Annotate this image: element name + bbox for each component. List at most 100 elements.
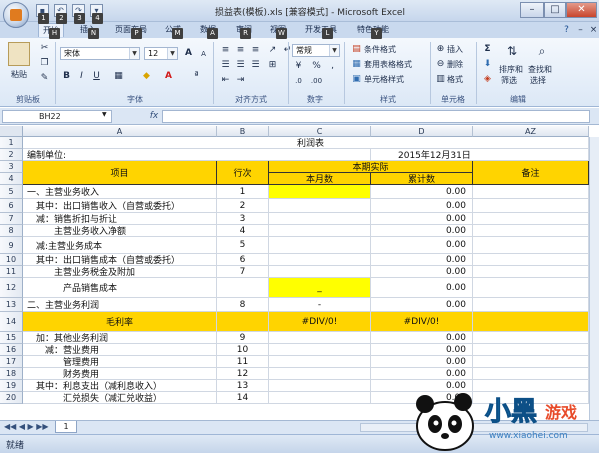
- row-cumulative-value[interactable]: 0.00: [371, 278, 473, 298]
- copy-icon[interactable]: ❐: [38, 57, 51, 70]
- row-cumulative-value[interactable]: 0.00: [371, 332, 473, 344]
- row-header[interactable]: 16: [0, 344, 23, 356]
- underline-button[interactable]: U: [90, 70, 103, 83]
- report-title[interactable]: 利润表: [23, 137, 589, 149]
- row-note[interactable]: [473, 312, 589, 332]
- row-item-label[interactable]: 主营业务税金及附加: [23, 266, 217, 278]
- row-current-month-value[interactable]: [269, 380, 371, 392]
- row-line-number[interactable]: 8: [217, 298, 269, 312]
- format-cells-button[interactable]: 格式: [447, 73, 463, 87]
- row-item-label[interactable]: 二、主营业务利润: [23, 298, 217, 312]
- row-header[interactable]: 11: [0, 266, 23, 278]
- comma-button[interactable]: ,: [326, 60, 339, 73]
- row-header[interactable]: 18: [0, 368, 23, 380]
- row-note[interactable]: [473, 237, 589, 254]
- row-header[interactable]: 19: [0, 380, 23, 392]
- row-header[interactable]: 17: [0, 356, 23, 368]
- row-header[interactable]: 12: [0, 278, 23, 298]
- row-line-number[interactable]: 11: [217, 356, 269, 368]
- column-header-a[interactable]: A: [23, 126, 217, 137]
- row-cumulative-value[interactable]: 0.00: [371, 185, 473, 199]
- row-current-month-value[interactable]: [269, 185, 371, 199]
- align-bottom-icon[interactable]: ≡: [249, 44, 262, 57]
- row-cumulative-value[interactable]: #DIV/0!: [371, 312, 473, 332]
- row-header[interactable]: 15: [0, 332, 23, 344]
- row-current-month-value[interactable]: #DIV/0!: [269, 312, 371, 332]
- row-item-label[interactable]: 减：营业费用: [23, 344, 217, 356]
- cell-styles-button[interactable]: 单元格样式: [364, 73, 404, 87]
- row-note[interactable]: [473, 185, 589, 199]
- align-top-icon[interactable]: ≡: [219, 44, 232, 57]
- format-as-table-button[interactable]: 套用表格格式: [364, 58, 412, 72]
- column-header-c[interactable]: C: [269, 126, 371, 137]
- row-cumulative-value[interactable]: 0.00: [371, 344, 473, 356]
- bold-button[interactable]: B: [60, 70, 73, 83]
- currency-button[interactable]: ¥: [292, 60, 305, 73]
- row-current-month-value[interactable]: [269, 199, 371, 213]
- row-current-month-value[interactable]: [269, 368, 371, 380]
- row-note[interactable]: [473, 199, 589, 213]
- row-line-number[interactable]: 6: [217, 254, 269, 266]
- row-note[interactable]: [473, 356, 589, 368]
- row-item-label[interactable]: 其中：出口销售收入（自营或委托）: [23, 199, 217, 213]
- ribbon-minimize-icon[interactable]: –: [574, 24, 587, 37]
- header-line-no[interactable]: 行次: [217, 161, 269, 185]
- row-header[interactable]: 10: [0, 254, 23, 266]
- grow-font-icon[interactable]: A: [182, 47, 195, 60]
- insert-cells-button[interactable]: 插入: [447, 43, 463, 57]
- header-current-month[interactable]: 本月数: [269, 173, 371, 185]
- clear-icon[interactable]: ◈: [481, 73, 494, 86]
- percent-button[interactable]: %: [310, 60, 323, 73]
- autosum-icon[interactable]: Σ: [481, 43, 494, 56]
- row-current-month-value[interactable]: [269, 213, 371, 225]
- name-box-dropdown-icon[interactable]: ▼: [102, 111, 107, 118]
- row-note[interactable]: [473, 266, 589, 278]
- phonetic-icon[interactable]: ª: [190, 70, 203, 83]
- row-header[interactable]: 5: [0, 185, 23, 199]
- row-header[interactable]: 13: [0, 298, 23, 312]
- align-middle-icon[interactable]: ≡: [234, 44, 247, 57]
- header-item[interactable]: 项目: [23, 161, 217, 185]
- increase-indent-icon[interactable]: ⇥: [234, 74, 247, 87]
- increase-decimal-icon[interactable]: .0: [292, 75, 305, 88]
- sort-filter-button[interactable]: 排序和: [499, 64, 523, 75]
- paste-icon[interactable]: [8, 42, 30, 66]
- row-header[interactable]: 8: [0, 225, 23, 237]
- row-line-number[interactable]: 13: [217, 380, 269, 392]
- row-note[interactable]: [473, 254, 589, 266]
- shrink-font-icon[interactable]: A: [197, 48, 210, 61]
- decrease-decimal-icon[interactable]: .00: [310, 75, 323, 88]
- conditional-format-button[interactable]: 条件格式: [364, 43, 396, 57]
- row-cumulative-value[interactable]: 0.00: [371, 237, 473, 254]
- ribbon-close-icon[interactable]: ×: [587, 24, 599, 37]
- close-button[interactable]: ✕: [566, 2, 597, 18]
- header-cumulative[interactable]: 累计数: [371, 173, 473, 185]
- row-note[interactable]: [473, 298, 589, 312]
- row-item-label[interactable]: 汇兑损失（减汇兑收益）: [23, 392, 217, 404]
- row-item-label[interactable]: 加：其他业务利润: [23, 332, 217, 344]
- row-current-month-value[interactable]: [269, 266, 371, 278]
- row-item-label[interactable]: 一、主营业务收入: [23, 185, 217, 199]
- row-item-label[interactable]: 主营业务收入净额: [23, 225, 217, 237]
- row-header[interactable]: 3: [0, 161, 23, 173]
- row-item-label[interactable]: 管理费用: [23, 356, 217, 368]
- row-current-month-value[interactable]: -: [269, 298, 371, 312]
- row-item-label[interactable]: 减：销售折扣与折让: [23, 213, 217, 225]
- row-current-month-value[interactable]: [269, 254, 371, 266]
- row-line-number[interactable]: 14: [217, 392, 269, 404]
- row-header[interactable]: 7: [0, 213, 23, 225]
- worksheet-grid[interactable]: A B C D AZ 1 2 3 4 利润表 编制单位: 2015年12月31日…: [0, 126, 599, 420]
- row-note[interactable]: [473, 278, 589, 298]
- row-cumulative-value[interactable]: 0.00: [371, 254, 473, 266]
- row-note[interactable]: [473, 332, 589, 344]
- row-line-number[interactable]: 2: [217, 199, 269, 213]
- format-painter-icon[interactable]: ✎: [38, 72, 51, 85]
- row-header[interactable]: 1: [0, 137, 23, 149]
- formula-input[interactable]: [162, 110, 590, 123]
- row-header[interactable]: 9: [0, 237, 23, 254]
- row-cumulative-value[interactable]: 0.00: [371, 356, 473, 368]
- header-note[interactable]: 备注: [473, 161, 589, 185]
- number-format-select[interactable]: 常规 ▼: [292, 44, 340, 57]
- row-header[interactable]: 4: [0, 173, 23, 185]
- find-select-button[interactable]: 查找和: [528, 64, 552, 75]
